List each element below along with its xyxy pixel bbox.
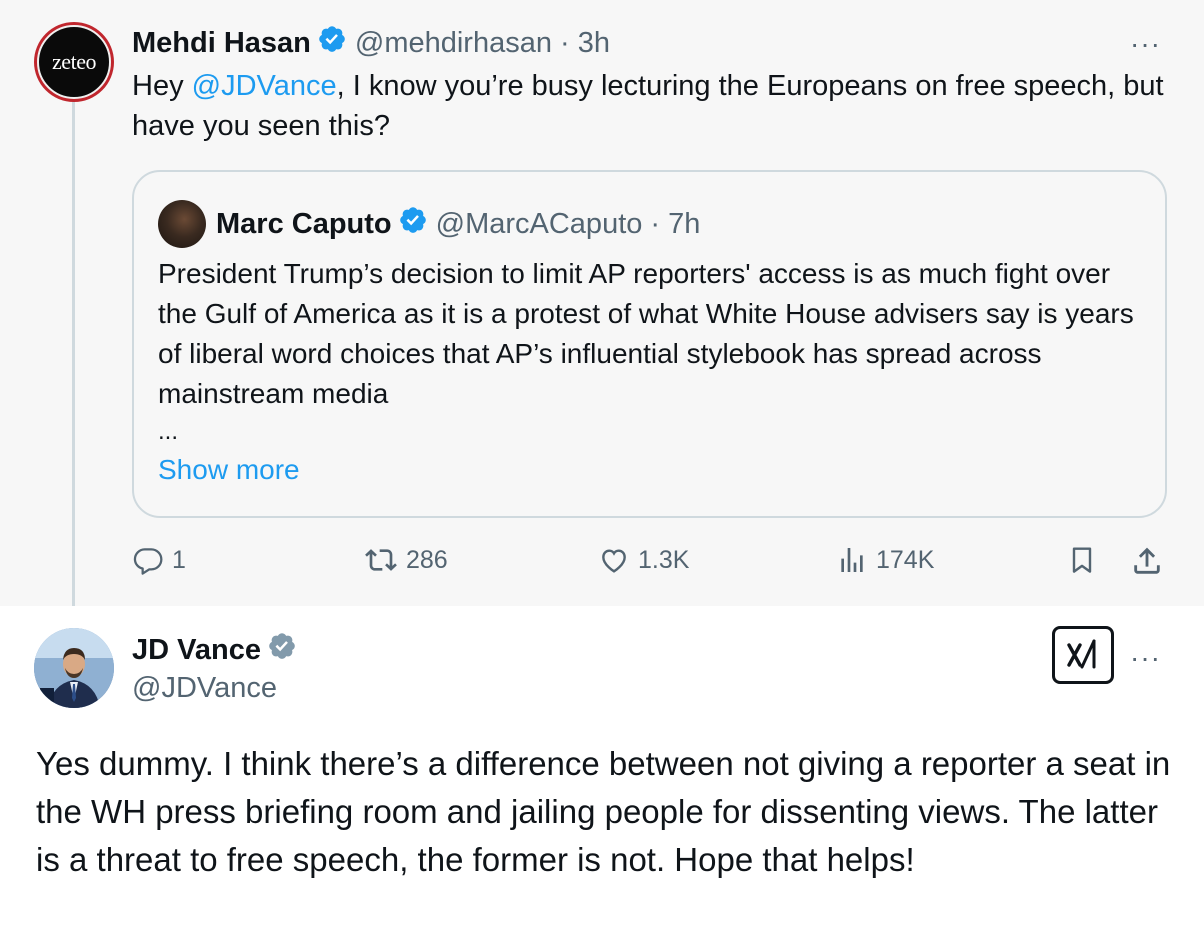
author-name[interactable]: Mehdi Hasan [132,27,311,60]
views-count: 174K [876,545,935,574]
verified-badge-icon [317,24,347,62]
more-options-icon[interactable]: ··· [1130,644,1161,672]
parent-tweet-text: Hey @JDVance, I know you’re busy lecturi… [132,70,1164,142]
avatar-zeteo[interactable]: zeteo [34,22,114,102]
parent-tweet[interactable]: zeteo Mehdi Hasan @mehdirhasan · 3h ··· … [0,0,1204,622]
grok-icon [1067,639,1096,669]
reply-tweet-text: Yes dummy. I think there’s a difference … [36,745,1171,878]
views-button[interactable]: 174K [836,544,934,576]
truncation-ellipsis: ... [158,418,179,445]
like-count: 1.3K [638,545,690,574]
quoted-tweet-header: Marc Caputo @MarcACaputo · 7h [216,204,700,244]
bookmark-icon [1072,547,1092,573]
avatar-jd-vance[interactable] [34,628,114,708]
reply-tweet[interactable]: JD Vance @JDVance ··· Yes dummy. I think… [0,606,1204,936]
like-icon [602,549,626,573]
zeteo-logo: zeteo [52,49,96,74]
avatar-marc-caputo [158,200,206,248]
reply-author-name[interactable]: JD Vance [132,634,261,667]
avatar-photo [34,628,114,708]
quoted-author-handle-time: @MarcACaputo · 7h [435,207,701,240]
reply-button[interactable]: 1 [132,544,186,576]
repost-icon [365,549,397,571]
repost-button[interactable]: 286 [364,544,448,576]
more-options-icon[interactable]: ··· [1130,30,1161,58]
quoted-tweet-card[interactable]: Marc Caputo @MarcACaputo · 7h President … [132,170,1167,518]
tweet-action-bar: 1 286 1.3K 174K [132,544,1172,584]
like-button[interactable]: 1.3K [598,544,689,576]
quoted-tweet-text: President Trump’s decision to limit AP r… [158,258,1134,409]
thread-connector-line [72,100,75,622]
bookmark-button[interactable] [1066,544,1098,576]
share-icon [1134,547,1160,574]
views-icon [841,548,863,572]
verified-badge-icon [267,631,297,669]
reply-count: 1 [172,545,186,574]
mention-link[interactable]: @JDVance [192,70,337,102]
grok-button[interactable] [1052,626,1114,684]
quoted-author-name: Marc Caputo [216,207,392,240]
author-handle-time[interactable]: @mehdirhasan · 3h [355,27,610,60]
reply-author-row: JD Vance [132,632,305,668]
show-more-link[interactable]: Show more [158,454,300,486]
verified-badge-icon [398,205,428,243]
share-button[interactable] [1130,544,1164,578]
reply-icon [133,548,163,575]
parent-tweet-header: Mehdi Hasan @mehdirhasan · 3h [132,24,610,62]
reply-author-handle[interactable]: @JDVance [132,672,277,705]
repost-count: 286 [406,545,448,574]
